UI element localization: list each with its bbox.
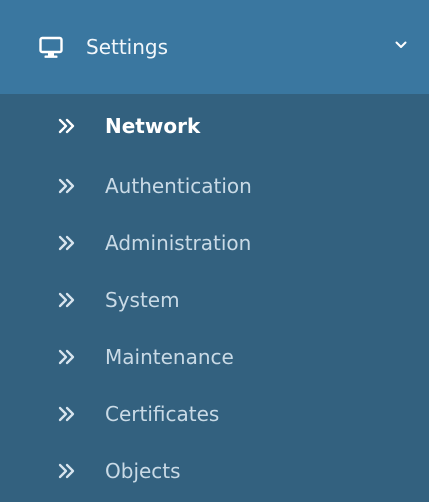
double-chevron-right-icon — [58, 292, 75, 307]
submenu-item-administration[interactable]: Administration — [0, 214, 429, 271]
submenu-item-label: System — [105, 287, 180, 312]
submenu-item-label: Authentication — [105, 173, 252, 198]
monitor-icon — [39, 36, 63, 58]
settings-menu-header[interactable]: Settings — [0, 0, 429, 94]
submenu-item-system[interactable]: System — [0, 271, 429, 328]
double-chevron-right-icon — [58, 235, 75, 250]
double-chevron-right-icon — [58, 118, 75, 133]
double-chevron-right-icon — [58, 406, 75, 421]
submenu-item-network[interactable]: Network — [0, 94, 429, 157]
double-chevron-right-icon — [58, 349, 75, 364]
submenu-item-label: Administration — [105, 230, 252, 255]
settings-menu-title: Settings — [86, 35, 169, 59]
settings-sidebar-menu: Settings Network Authentication Administ… — [0, 0, 429, 502]
submenu-item-authentication[interactable]: Authentication — [0, 157, 429, 214]
submenu-item-label: Maintenance — [105, 344, 234, 369]
chevron-down-icon[interactable] — [395, 40, 407, 50]
submenu-item-label: Certificates — [105, 401, 220, 426]
submenu-item-label: Network — [105, 113, 201, 138]
settings-submenu: Network Authentication Administration Sy… — [0, 94, 429, 499]
double-chevron-right-icon — [58, 178, 75, 193]
submenu-item-objects[interactable]: Objects — [0, 442, 429, 499]
double-chevron-right-icon — [58, 463, 75, 478]
submenu-item-label: Objects — [105, 458, 181, 483]
submenu-item-certificates[interactable]: Certificates — [0, 385, 429, 442]
submenu-item-maintenance[interactable]: Maintenance — [0, 328, 429, 385]
